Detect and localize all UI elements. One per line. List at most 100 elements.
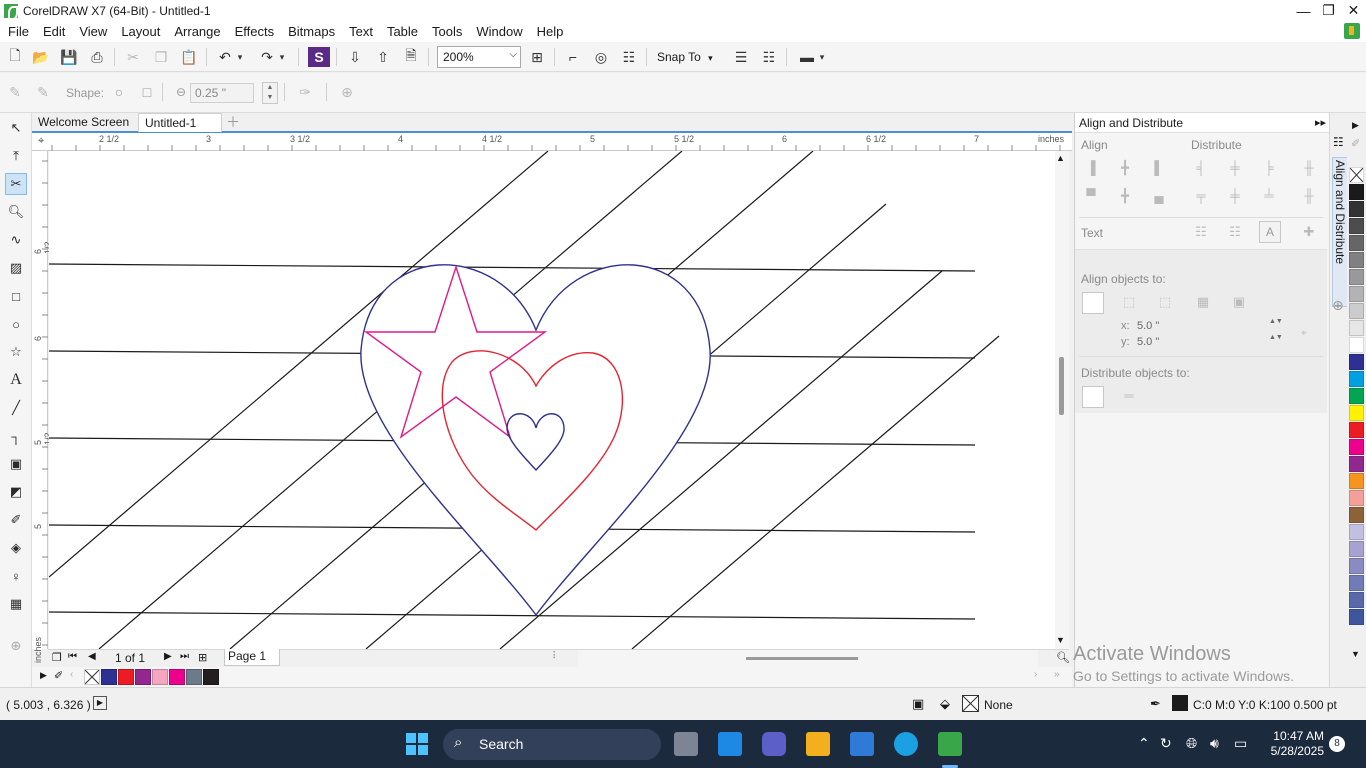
snap-to-dropdown[interactable]: Snap To ▾ — [657, 50, 713, 64]
show-rulers-icon[interactable]: ⌐ — [562, 47, 584, 67]
align-top-icon[interactable]: ▀ — [1083, 188, 1099, 204]
square-nib-icon[interactable]: □ — [136, 82, 158, 102]
scroll-thumb[interactable] — [1059, 357, 1064, 415]
crop-tool-icon[interactable]: ✂ — [5, 173, 27, 195]
last-page-icon[interactable]: ⏭ — [180, 651, 189, 662]
color-eyedropper-tool-icon[interactable]: ✐ — [5, 509, 27, 531]
tab-welcome-screen[interactable]: Welcome Screen — [32, 113, 135, 132]
color-swatch[interactable] — [1349, 252, 1364, 268]
text-outline-icon[interactable]: ✚ — [1301, 224, 1317, 240]
color-swatch[interactable] — [1349, 456, 1364, 472]
doc-palette-expand-icon[interactable]: » — [1054, 669, 1060, 680]
distribute-left-icon[interactable]: ╡ — [1193, 160, 1209, 176]
text-tool-icon[interactable]: A — [5, 369, 27, 391]
color-swatch[interactable] — [1349, 541, 1364, 557]
color-swatch[interactable] — [1349, 609, 1364, 625]
publish-pdf-icon[interactable]: 🗎 — [400, 47, 422, 67]
zoom-tool-icon[interactable]: 🔍︎ — [5, 201, 27, 223]
menu-file[interactable]: File — [0, 21, 36, 42]
mesh-fill-tool-icon[interactable]: ▦ — [5, 593, 27, 615]
corel-badge-icon[interactable] — [1344, 23, 1360, 39]
color-swatch[interactable] — [1349, 235, 1364, 251]
menu-arrange[interactable]: Arrange — [167, 21, 227, 42]
shape-tool-icon[interactable]: ⤒ — [5, 145, 27, 167]
first-page-icon[interactable]: ⏮ — [68, 651, 77, 662]
export-icon[interactable]: ⇧ — [372, 47, 394, 67]
eyedropper-icon[interactable]: ✐ — [1351, 137, 1360, 150]
previous-page-icon[interactable]: ◀ — [88, 651, 96, 662]
document-color-swatch[interactable] — [152, 669, 168, 685]
coreldraw-taskbar-icon[interactable] — [938, 732, 962, 756]
color-swatch[interactable] — [1349, 405, 1364, 421]
x-value[interactable]: 5.0 " — [1137, 320, 1159, 332]
drawing-canvas[interactable] — [49, 151, 1055, 649]
redo-dropdown-icon[interactable]: ▾ — [276, 47, 288, 67]
outline-pen-icon[interactable]: ✒ — [1150, 696, 1161, 712]
color-swatch[interactable] — [1349, 371, 1364, 387]
toolbar-options-dropdown-icon[interactable]: ▾ — [816, 47, 828, 67]
color-swatch[interactable] — [1349, 201, 1364, 217]
smart-fill-icon[interactable]: ♀ — [5, 565, 27, 587]
battery-icon[interactable]: ▭ — [1234, 735, 1247, 752]
scroll-thumb[interactable] — [746, 657, 858, 660]
undo-icon[interactable]: ↶ — [214, 47, 236, 67]
document-color-swatch[interactable] — [118, 669, 134, 685]
text-bounding-box-icon[interactable]: A — [1259, 221, 1281, 243]
document-color-swatch[interactable] — [186, 669, 202, 685]
quick-customize-icon[interactable]: ⊕ — [5, 635, 27, 657]
windows-start-icon[interactable] — [405, 732, 429, 756]
color-swatch[interactable] — [1349, 507, 1364, 523]
distribute-page-icon[interactable]: ═ — [1121, 388, 1137, 404]
distribute-right-icon[interactable]: ╞ — [1261, 160, 1277, 176]
show-hidden-icons[interactable]: ⌃ — [1138, 735, 1150, 752]
menu-bitmaps[interactable]: Bitmaps — [281, 21, 342, 42]
outline-color-swatch[interactable] — [1172, 695, 1188, 711]
security-icon[interactable]: ↻ — [1160, 735, 1172, 752]
ruler-origin-icon[interactable]: ⌖ — [38, 135, 44, 148]
fill-bucket-icon[interactable]: ⬙ — [940, 696, 950, 712]
vertical-scrollbar[interactable]: ▲ ▼ — [1055, 151, 1069, 649]
align-center-icon[interactable]: ╋ — [1117, 160, 1133, 176]
network-icon[interactable]: 🌐︎ — [1186, 735, 1197, 752]
pick-tool-icon[interactable]: ↖ — [5, 117, 27, 139]
color-swatch[interactable] — [1349, 473, 1364, 489]
zoom-level-dropdown[interactable]: 200% ⌵ — [437, 46, 521, 68]
specified-point-icon[interactable]: ▣ — [1231, 294, 1247, 310]
document-navigator-icon[interactable]: ❐ — [52, 651, 62, 664]
notification-badge[interactable]: 8 — [1329, 736, 1345, 752]
document-color-swatch[interactable] — [101, 669, 117, 685]
color-swatch[interactable] — [1349, 388, 1364, 404]
color-swatch[interactable] — [1349, 218, 1364, 234]
save-icon[interactable]: 💾 — [58, 47, 80, 67]
color-swatch[interactable] — [1349, 592, 1364, 608]
doc-palette-eyedropper-icon[interactable]: ✐ — [54, 669, 63, 682]
full-screen-preview-icon[interactable]: ⊞ — [526, 47, 548, 67]
ellipse-tool-icon[interactable]: ○ — [5, 313, 27, 335]
no-color-swatch[interactable] — [84, 669, 100, 685]
transparency-tool-icon[interactable]: ◩ — [5, 481, 27, 503]
round-nib-icon[interactable]: ○ — [108, 82, 130, 102]
add-icon[interactable]: ⊕ — [336, 82, 358, 102]
distribute-middle-icon[interactable]: ╪ — [1227, 188, 1243, 204]
text-last-line-icon[interactable]: ☷ — [1227, 224, 1243, 240]
print-icon[interactable]: ⎙ — [86, 47, 108, 67]
teams-chat-icon[interactable] — [762, 732, 786, 756]
y-spinner[interactable]: ▲▼ — [1269, 334, 1283, 341]
show-grid-icon[interactable]: ◎ — [590, 47, 612, 67]
shape-tool-icon[interactable]: ✎ — [4, 82, 26, 102]
active-objects-icon[interactable] — [1082, 292, 1104, 314]
splitter-icon[interactable]: ⠇ — [552, 651, 559, 662]
menu-text[interactable]: Text — [342, 21, 380, 42]
restore-button[interactable]: ❐ — [1316, 0, 1341, 21]
import-icon[interactable]: ⇩ — [344, 47, 366, 67]
minimize-button[interactable]: — — [1291, 0, 1316, 21]
edge-browser-icon[interactable] — [894, 732, 918, 756]
color-swatch[interactable] — [1349, 303, 1364, 319]
docker-expand-icon[interactable]: ▸▸ — [1315, 116, 1326, 129]
add-tab-icon[interactable]: ＋ — [220, 113, 246, 132]
doc-palette-arrow-icon[interactable]: ▶ — [40, 670, 47, 681]
menu-edit[interactable]: Edit — [36, 21, 72, 42]
pressure-icon[interactable]: ✑ — [294, 82, 316, 102]
cut-icon[interactable]: ✂ — [122, 47, 144, 67]
color-swatch[interactable] — [1349, 184, 1364, 200]
